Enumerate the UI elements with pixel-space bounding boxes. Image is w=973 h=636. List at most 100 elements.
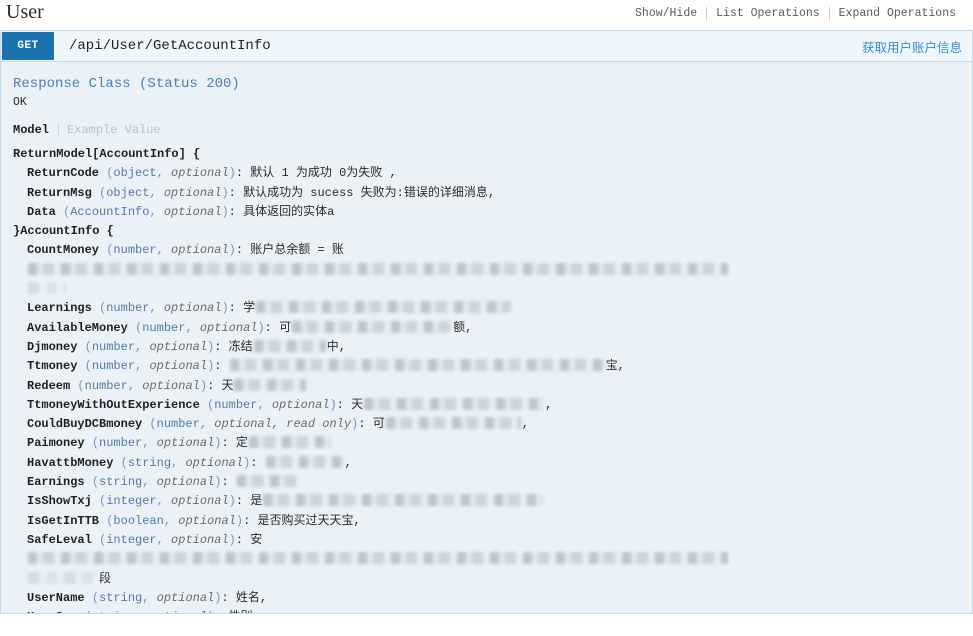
- show-hide-link[interactable]: Show/Hide: [626, 7, 706, 20]
- redacted-text-block: [385, 417, 521, 430]
- property-name: UserSex: [27, 610, 77, 613]
- property-type-name[interactable]: AccountInfo: [70, 205, 149, 219]
- property-type: (integer, optional): [99, 494, 236, 509]
- property-type: (number, optional): [77, 378, 208, 393]
- expand-operations-link[interactable]: Expand Operations: [830, 7, 965, 20]
- property-type: (number, optional): [207, 397, 337, 412]
- operation-body: Response Class (Status 200) OK Model Exa…: [0, 62, 973, 614]
- property-type: (AccountInfo, optional): [63, 204, 229, 219]
- property-name: SafeLeval: [27, 532, 92, 547]
- http-method-badge[interactable]: GET: [2, 32, 54, 60]
- property-type: (number, optional): [135, 320, 265, 335]
- property-name: Redeem: [27, 378, 71, 393]
- model-property-row: AvailableMoney (number, optional): 可额,: [27, 320, 473, 335]
- redacted-text-block: [292, 320, 453, 333]
- property-type-name: number: [91, 339, 136, 354]
- model-root-property-list: ReturnCode (object, optional): 默认 1 为成功 …: [13, 164, 962, 222]
- model-property-row: UserSex (string, optional): 性别: [27, 608, 962, 613]
- property-description: 账户总余额 = 账: [250, 243, 344, 258]
- property-description-tail: ,: [545, 397, 553, 412]
- property-name: Earnings: [27, 475, 85, 490]
- property-name: IsShowTxj: [27, 494, 92, 509]
- property-description: 天: [221, 378, 234, 393]
- property-modifier: optional: [178, 513, 236, 528]
- resource-header: User Show/Hide List Operations Expand Op…: [0, 0, 973, 30]
- property-modifier: optional: [156, 590, 215, 605]
- operation-row[interactable]: GET /api/User/GetAccountInfo 获取用户账户信息: [0, 30, 973, 62]
- property-description: 默认成功为 sucess 失败为:错误的详细消息,: [243, 185, 496, 200]
- property-type-name: number: [84, 378, 128, 393]
- model-property-row: HavattbMoney (string, optional): ,: [27, 455, 352, 470]
- property-modifier: optional: [171, 494, 229, 509]
- property-name: Ttmoney: [27, 359, 78, 374]
- model-tabs: Model Example Value: [13, 123, 962, 137]
- property-description: 可: [279, 320, 292, 335]
- property-type-name: number: [142, 320, 186, 335]
- list-operations-link[interactable]: List Operations: [707, 7, 829, 20]
- property-description: 天: [351, 397, 364, 412]
- property-type-name: boolean: [113, 513, 164, 528]
- model-property-row: CountMoney (number, optional): 账户总余额 = 账: [27, 241, 962, 299]
- property-type-name: number: [113, 243, 157, 258]
- redacted-text-block: [236, 475, 299, 488]
- property-type: (number, optional): [99, 301, 229, 316]
- model-property-row: SafeLeval (integer, optional): 安段: [27, 531, 962, 589]
- model-property-row: UserName (string, optional): 姓名,: [27, 590, 268, 605]
- model-property-row: ReturnMsg (object, optional): 默认成功为 suce…: [27, 185, 496, 200]
- model-root-header: ReturnModel[AccountInfo] {: [13, 145, 962, 164]
- tab-model[interactable]: Model: [13, 123, 58, 137]
- model-child-header: }AccountInfo {: [13, 224, 114, 239]
- resource-options: Show/Hide List Operations Expand Operati…: [626, 7, 965, 20]
- property-name: TtmoneyWithOutExperience: [27, 397, 200, 412]
- operation-spacer: [271, 31, 862, 61]
- property-modifier: optional: [271, 397, 330, 412]
- property-modifier: optional: [149, 610, 207, 613]
- property-description-tail: 中,: [326, 339, 346, 354]
- property-description-tail: 额,: [453, 320, 473, 335]
- property-type-name: object: [106, 185, 150, 200]
- model-property-row: Ttmoney (number, optional): 宝,: [27, 359, 625, 374]
- page-title: User: [6, 1, 44, 23]
- redacted-text-block: [265, 455, 344, 468]
- property-type-name: integer: [106, 494, 157, 509]
- property-type: (string, optional): [85, 610, 215, 613]
- operation-path[interactable]: /api/User/GetAccountInfo: [55, 31, 271, 61]
- property-modifier: optional: [163, 204, 222, 219]
- property-description-tail: 宝,: [605, 359, 625, 374]
- property-description: 默认 1 为成功 0为失败 ,: [250, 166, 397, 181]
- model-root-name: ReturnModel[AccountInfo]: [13, 147, 186, 161]
- property-type-name: number: [99, 436, 143, 451]
- property-type: (number, optional): [106, 243, 236, 258]
- property-name: CouldBuyDCBmoney: [27, 417, 143, 432]
- property-description-tail: ,: [344, 455, 352, 470]
- property-type-name: integer: [106, 532, 157, 547]
- property-name: UserName: [27, 590, 85, 605]
- property-description: 具体返回的实体a: [243, 204, 335, 219]
- tab-example-value[interactable]: Example Value: [58, 123, 170, 137]
- redacted-text-block: [28, 262, 728, 275]
- model-property-row: Learnings (number, optional): 学: [27, 299, 962, 318]
- property-name: Learnings: [27, 301, 92, 316]
- property-name: HavattbMoney: [27, 455, 114, 470]
- model-property-row: ReturnCode (object, optional): 默认 1 为成功 …: [27, 166, 397, 181]
- property-type: (string, optional): [120, 455, 251, 470]
- property-modifier: optional: [171, 166, 229, 181]
- response-status-text: OK: [13, 96, 27, 109]
- property-type: (object, optional): [99, 185, 229, 200]
- property-type-name: string: [99, 475, 143, 490]
- redacted-text-block: [28, 282, 66, 295]
- model-property-row: IsGetInTTB (boolean, optional): 是否购买过天天宝…: [27, 513, 361, 528]
- model-child-property-list: CountMoney (number, optional): 账户总余额 = 账…: [13, 241, 962, 613]
- property-type: (integer, optional): [99, 532, 236, 547]
- property-modifier: optional: [163, 185, 222, 200]
- property-modifier: optional: [171, 243, 229, 258]
- property-type: (number, optional, read only): [149, 417, 359, 432]
- property-description: 学: [243, 301, 256, 316]
- property-modifier: optional: [185, 455, 244, 470]
- property-type-name: number: [91, 359, 136, 374]
- redacted-text-block: [234, 378, 307, 391]
- redacted-text-block: [229, 359, 605, 372]
- property-name: IsGetInTTB: [27, 513, 100, 528]
- model-property-row: Data (AccountInfo, optional): 具体返回的实体a: [27, 204, 335, 219]
- property-type: (number, optional): [91, 436, 222, 451]
